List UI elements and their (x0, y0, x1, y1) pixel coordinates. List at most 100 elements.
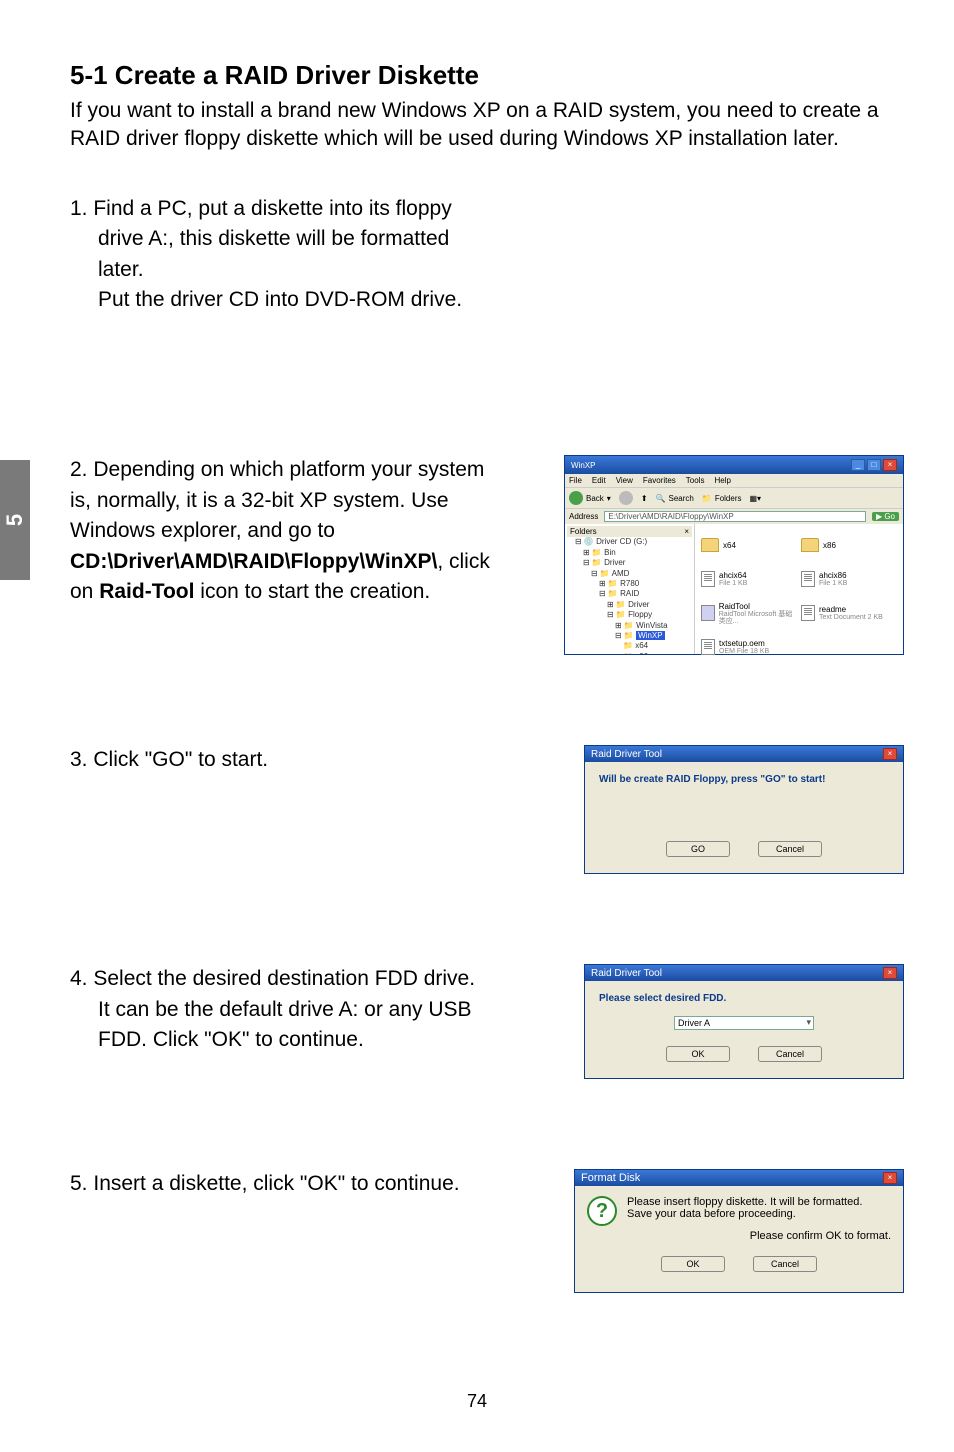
step-3-figure: Raid Driver Tool × Will be create RAID F… (510, 745, 904, 874)
go-button[interactable]: ▶ Go (872, 512, 899, 521)
step-5-text: 5. Insert a diskette, click "OK" to cont… (70, 1169, 510, 1199)
window-controls: _ □ × (851, 459, 897, 471)
explorer-window: WinXP _ □ × File Edit View Favorites Too… (564, 455, 904, 655)
chapter-tab: 5 (0, 460, 30, 580)
step-1: 1. Find a PC, put a diskette into its fl… (70, 194, 904, 316)
ok-button[interactable]: OK (666, 1046, 730, 1062)
tree-node[interactable]: ⊟ 📁 RAID (575, 589, 692, 599)
question-icon: ? (587, 1196, 617, 1226)
close-button[interactable]: × (883, 748, 897, 760)
step-4-figure: Raid Driver Tool × Please select desired… (510, 964, 904, 1079)
step-3-text: 3. Click "GO" to start. (70, 745, 510, 775)
menu-view[interactable]: View (616, 476, 633, 485)
tree-node[interactable]: ⊟ 📁 WinXP (575, 631, 692, 641)
tree-node[interactable]: ⊟ 📁 AMD (575, 569, 692, 579)
menu-edit[interactable]: Edit (592, 476, 606, 485)
section-heading: 5-1 Create a RAID Driver Diskette (70, 60, 904, 91)
format-disk-dialog: Format Disk × ? Please insert floppy dis… (574, 1169, 904, 1293)
tree-node[interactable]: ⊟ 📁 Driver (575, 558, 692, 568)
menu-bar: File Edit View Favorites Tools Help (565, 474, 903, 487)
tree-node[interactable]: ⊟ 📁 Floppy (575, 610, 692, 620)
address-bar: Address E:\Driver\AMD\RAID\Floppy\WinXP … (565, 508, 903, 524)
dialog-titlebar: Raid Driver Tool × (585, 965, 903, 981)
confirm-text: Please confirm OK to format. (587, 1226, 891, 1250)
tree-node[interactable]: ⊞ 📁 R780 (575, 579, 692, 589)
window-title: WinXP (571, 461, 595, 470)
folders-button[interactable]: 📁 Folders (702, 494, 742, 503)
chapter-number: 5 (2, 514, 28, 526)
fdd-dropdown[interactable]: Driver A (674, 1016, 814, 1030)
close-button[interactable]: × (883, 459, 897, 471)
back-button[interactable]: Back ▾ (569, 491, 611, 505)
address-label: Address (569, 512, 598, 521)
file-icon (701, 639, 715, 655)
menu-tools[interactable]: Tools (686, 476, 705, 485)
back-icon (569, 491, 583, 505)
list-item[interactable]: readmeText Document 2 KB (801, 598, 897, 628)
document-page: 5 5-1 Create a RAID Driver Diskette If y… (0, 0, 954, 1452)
minimize-button[interactable]: _ (851, 459, 865, 471)
tree-node[interactable]: ⊞ 📁 WinVista (575, 621, 692, 631)
message-text: Please insert floppy diskette. It will b… (627, 1196, 862, 1220)
step-4: 4. Select the desired destination FDD dr… (70, 964, 904, 1079)
text-file-icon (801, 605, 815, 621)
ok-button[interactable]: OK (661, 1256, 725, 1272)
explorer-body: Folders× ⊟ 💿 Driver CD (G:) ⊞ 📁 Bin ⊟ 📁 … (565, 524, 903, 654)
up-button[interactable]: ⬆ (641, 494, 648, 503)
dialog-titlebar: Raid Driver Tool × (585, 746, 903, 762)
list-item[interactable]: x86 (801, 530, 897, 560)
close-button[interactable]: × (883, 1172, 897, 1184)
raid-tool-dialog-fdd: Raid Driver Tool × Please select desired… (584, 964, 904, 1079)
forward-button[interactable] (619, 491, 633, 505)
search-button[interactable]: 🔍 Search (656, 494, 694, 503)
dialog-title: Raid Driver Tool (591, 968, 662, 979)
dialog-title: Format Disk (581, 1172, 640, 1184)
step-5: 5. Insert a diskette, click "OK" to cont… (70, 1169, 904, 1293)
app-icon (701, 605, 715, 621)
list-item[interactable]: ahcix64File 1 KB (701, 564, 797, 594)
folder-icon (701, 538, 719, 552)
file-icon (701, 571, 715, 587)
explorer-titlebar: WinXP _ □ × (565, 456, 903, 474)
list-item[interactable]: RaidToolRaidTool Microsoft 基础类应... (701, 598, 797, 628)
tree-node[interactable]: 📁 x86 (575, 652, 692, 655)
menu-favorites[interactable]: Favorites (643, 476, 676, 485)
list-item[interactable]: x64 (701, 530, 797, 560)
tree-node[interactable]: ⊟ 💿 Driver CD (G:) (575, 537, 692, 547)
dialog-title: Raid Driver Tool (591, 749, 662, 760)
close-panel-icon[interactable]: × (684, 527, 689, 536)
menu-file[interactable]: File (569, 476, 582, 485)
cancel-button[interactable]: Cancel (758, 841, 822, 857)
intro-paragraph: If you want to install a brand new Windo… (70, 97, 904, 154)
step-5-figure: Format Disk × ? Please insert floppy dis… (510, 1169, 904, 1293)
go-button[interactable]: GO (666, 841, 730, 857)
tree-node[interactable]: ⊞ 📁 Driver (575, 600, 692, 610)
file-icon (801, 571, 815, 587)
page-number: 74 (0, 1391, 954, 1412)
list-item[interactable]: ahcix86File 1 KB (801, 564, 897, 594)
file-list: x64 x86 ahcix64File 1 KB ahcix86File 1 K… (695, 524, 903, 654)
toolbar: Back ▾ ⬆ 🔍 Search 📁 Folders ▦▾ (565, 487, 903, 508)
cancel-button[interactable]: Cancel (753, 1256, 817, 1272)
step-2-figure: WinXP _ □ × File Edit View Favorites Too… (510, 455, 904, 655)
close-button[interactable]: × (883, 967, 897, 979)
step-3: 3. Click "GO" to start. Raid Driver Tool… (70, 745, 904, 874)
tree-node[interactable]: ⊞ 📁 Bin (575, 548, 692, 558)
dialog-message: Please select desired FDD. (597, 989, 891, 1008)
folder-tree: Folders× ⊟ 💿 Driver CD (G:) ⊞ 📁 Bin ⊟ 📁 … (565, 524, 695, 654)
step-1-text: 1. Find a PC, put a diskette into its fl… (70, 194, 510, 316)
step-2: 2. Depending on which platform your syst… (70, 455, 904, 655)
maximize-button[interactable]: □ (867, 459, 881, 471)
folder-icon (801, 538, 819, 552)
tree-node[interactable]: 📁 x64 (575, 641, 692, 651)
step-4-text: 4. Select the desired destination FDD dr… (70, 964, 510, 1055)
step-2-text: 2. Depending on which platform your syst… (70, 455, 510, 607)
dialog-titlebar: Format Disk × (575, 1170, 903, 1186)
list-item[interactable]: txtsetup.oemOEM File 18 KB (701, 632, 797, 662)
raid-tool-dialog-go: Raid Driver Tool × Will be create RAID F… (584, 745, 904, 874)
dialog-message: Will be create RAID Floppy, press "GO" t… (597, 770, 891, 805)
address-field[interactable]: E:\Driver\AMD\RAID\Floppy\WinXP (604, 511, 866, 522)
cancel-button[interactable]: Cancel (758, 1046, 822, 1062)
menu-help[interactable]: Help (714, 476, 730, 485)
views-button[interactable]: ▦▾ (750, 494, 762, 503)
